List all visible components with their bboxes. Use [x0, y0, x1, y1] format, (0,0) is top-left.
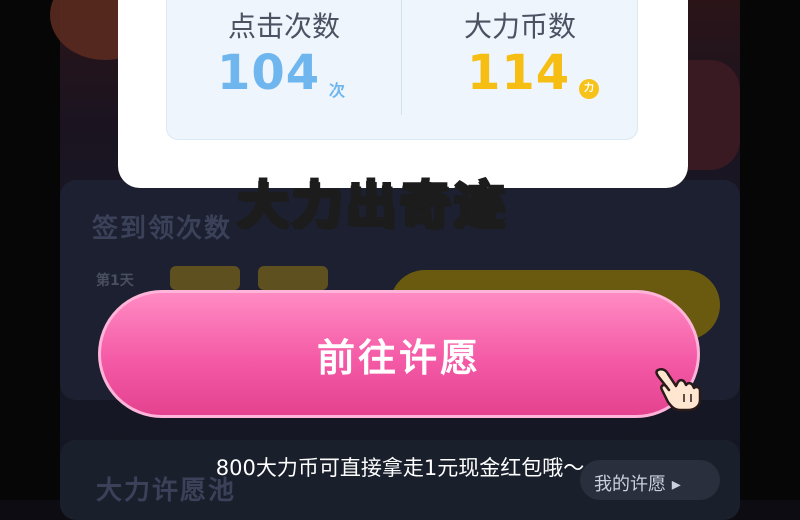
reward-chip	[170, 266, 240, 290]
slogan-char: 力	[291, 175, 344, 236]
coins-caption: 获得	[403, 0, 637, 2]
app-screen: 签到领次数 第1天 大力许愿池 我的许愿 ▸ 连续 点击次数 104 次 获得 …	[50, 0, 740, 520]
clicks-caption: 连续	[167, 0, 401, 2]
slogan-char: 奇	[399, 175, 452, 236]
stats-box: 连续 点击次数 104 次 获得 大力币数 114 力	[166, 0, 638, 140]
coin-icon: 力	[579, 79, 599, 99]
clicks-label: 点击次数	[227, 10, 340, 43]
slogan-char: 出	[345, 175, 398, 236]
stats-divider	[401, 0, 402, 115]
clicks-unit: 次	[329, 81, 346, 100]
slogan-char: 大	[237, 175, 290, 236]
coins-value: 114	[467, 45, 571, 101]
slogan-char: 迹	[453, 175, 506, 236]
clicks-value: 104	[217, 45, 321, 101]
signin-title: 签到领次数	[92, 214, 233, 244]
right-letterbox	[740, 0, 800, 500]
day-label: 第1天	[96, 273, 134, 289]
coins-label: 大力币数	[463, 10, 576, 43]
reward-chip	[258, 266, 328, 290]
go-wish-button[interactable]: 前往许愿	[98, 290, 700, 418]
slogan: 大 力 出 奇 迹	[237, 172, 506, 238]
reward-caption: 800大力币可直接拿走1元现金红包哦～	[215, 456, 585, 480]
pointing-hand-icon	[655, 367, 702, 412]
result-card: 连续 点击次数 104 次 获得 大力币数 114 力	[118, 0, 688, 188]
go-wish-label: 前往许愿	[316, 335, 481, 380]
left-letterbox	[0, 0, 60, 500]
